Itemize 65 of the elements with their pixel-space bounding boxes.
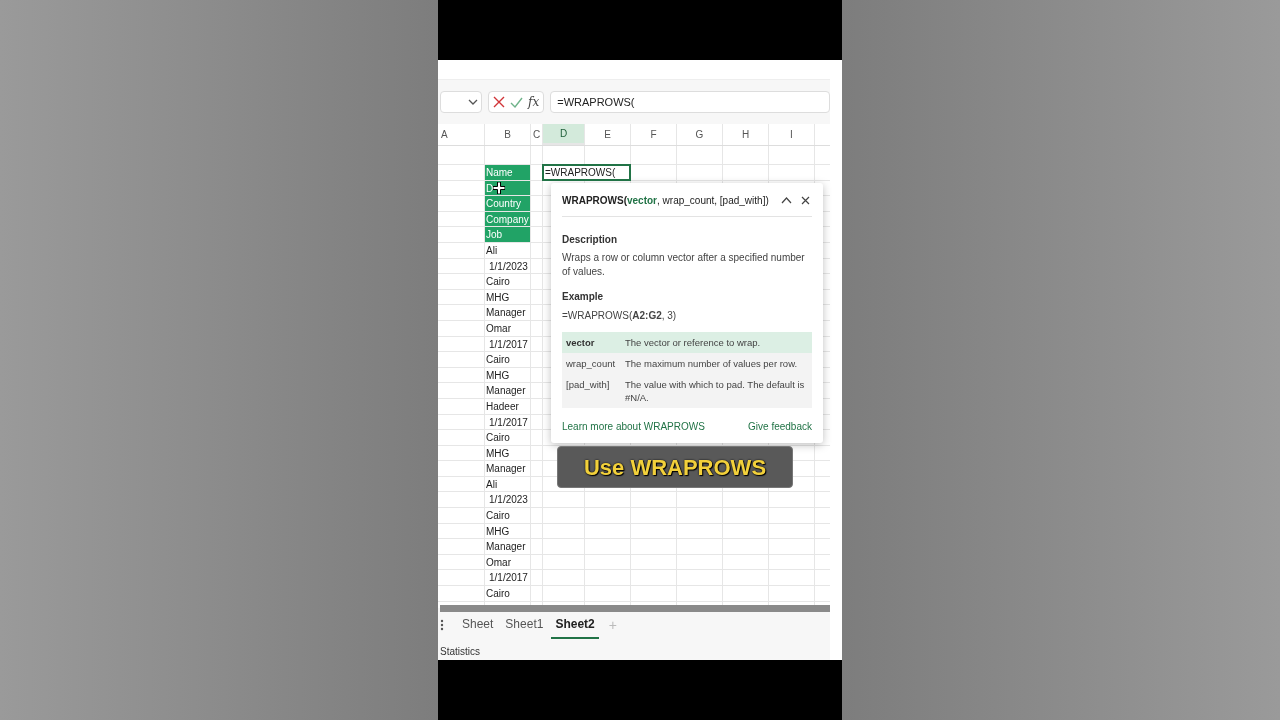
argument-description: The value with which to pad. The default is #N/A. bbox=[625, 378, 806, 404]
column-header[interactable]: G bbox=[677, 124, 723, 145]
cell-text: Job bbox=[486, 228, 503, 243]
cell-text: MHG bbox=[486, 446, 510, 461]
column-header[interactable]: F bbox=[631, 124, 677, 145]
cell-text: Manager bbox=[486, 384, 526, 399]
video-caption: Use WRAPROWS bbox=[557, 446, 793, 488]
caret-icon bbox=[468, 99, 478, 105]
cell-text: 1/1/2017 bbox=[489, 415, 528, 430]
cell-text: 1/1/2017 bbox=[489, 571, 528, 586]
feedback-link[interactable]: Give feedback bbox=[748, 419, 812, 434]
column-header[interactable]: H bbox=[723, 124, 769, 145]
argument-name: [pad_with] bbox=[566, 378, 611, 391]
scroll-bar[interactable] bbox=[440, 605, 830, 612]
argument-description: The maximum number of values per row. bbox=[625, 357, 798, 370]
cell-text: Ali bbox=[486, 243, 498, 258]
active-cell[interactable]: =WRAPROWS( bbox=[542, 164, 631, 181]
cancel-icon[interactable] bbox=[493, 96, 505, 108]
cell-text: Manager bbox=[486, 462, 526, 477]
sheet-tab[interactable]: Sheet2 bbox=[551, 611, 599, 639]
collapse-icon[interactable] bbox=[781, 197, 792, 204]
column-header[interactable]: E bbox=[585, 124, 631, 145]
cell-text: Manager bbox=[486, 306, 526, 321]
cell-text: 1/1/2017 bbox=[489, 337, 528, 352]
cell-text: Cairo bbox=[486, 587, 510, 602]
cell-text: 1/1/2023 bbox=[489, 259, 528, 274]
argument-description: The vector or reference to wrap. bbox=[625, 336, 761, 349]
cell-text: MHG bbox=[486, 290, 510, 305]
cell-text: Cairo bbox=[486, 275, 510, 290]
column-header[interactable]: B bbox=[485, 124, 531, 145]
section-heading: Description bbox=[562, 233, 618, 247]
close-icon[interactable] bbox=[801, 196, 810, 205]
cell-text: Omar bbox=[486, 555, 511, 570]
function-signature: WRAPROWS(vector, wrap_count, [pad_with]) bbox=[562, 194, 769, 208]
sheet-tab[interactable]: Sheet1 bbox=[501, 611, 548, 639]
cell-text: Company bbox=[486, 212, 529, 227]
cell-text: Cairo bbox=[486, 353, 510, 368]
cell-text: Hadeer bbox=[486, 399, 519, 414]
cell-text: MHG bbox=[486, 524, 510, 539]
more-icon[interactable] bbox=[440, 619, 444, 631]
cell-text: Manager bbox=[486, 540, 526, 555]
sheet-tab[interactable]: Sheet bbox=[458, 611, 498, 639]
cursor-icon bbox=[493, 181, 505, 194]
check-icon[interactable] bbox=[510, 96, 523, 108]
section-heading: Example bbox=[562, 290, 605, 304]
cell-text: Country bbox=[486, 197, 521, 212]
column-header[interactable]: I bbox=[769, 124, 815, 145]
formula-input[interactable]: =WRAPROWS( bbox=[550, 91, 830, 113]
cell-text: Cairo bbox=[486, 509, 510, 524]
cell-text: 1/1/2023 bbox=[489, 493, 528, 508]
function-icon[interactable]: fx bbox=[528, 93, 540, 111]
cell-text: Name bbox=[486, 166, 513, 180]
learn-more-link[interactable]: Learn more about WRAPROWS bbox=[562, 419, 705, 434]
cell-text: D bbox=[486, 181, 494, 196]
cell-text: Omar bbox=[486, 321, 511, 336]
status-text[interactable]: Statistics bbox=[440, 643, 480, 659]
column-header[interactable]: A bbox=[438, 124, 485, 145]
argument-name: vector bbox=[566, 336, 596, 349]
description-text: Wraps a row or column vector after a specified number of values. bbox=[562, 251, 806, 279]
example-text: =WRAPROWS(A2:G2, 3) bbox=[562, 309, 678, 323]
cell-text: Cairo bbox=[486, 431, 510, 446]
argument-name: wrap_count bbox=[566, 357, 617, 370]
cell-text: Ali bbox=[486, 477, 498, 492]
column-header[interactable]: D bbox=[543, 124, 585, 145]
cell-text: MHG bbox=[486, 368, 510, 383]
